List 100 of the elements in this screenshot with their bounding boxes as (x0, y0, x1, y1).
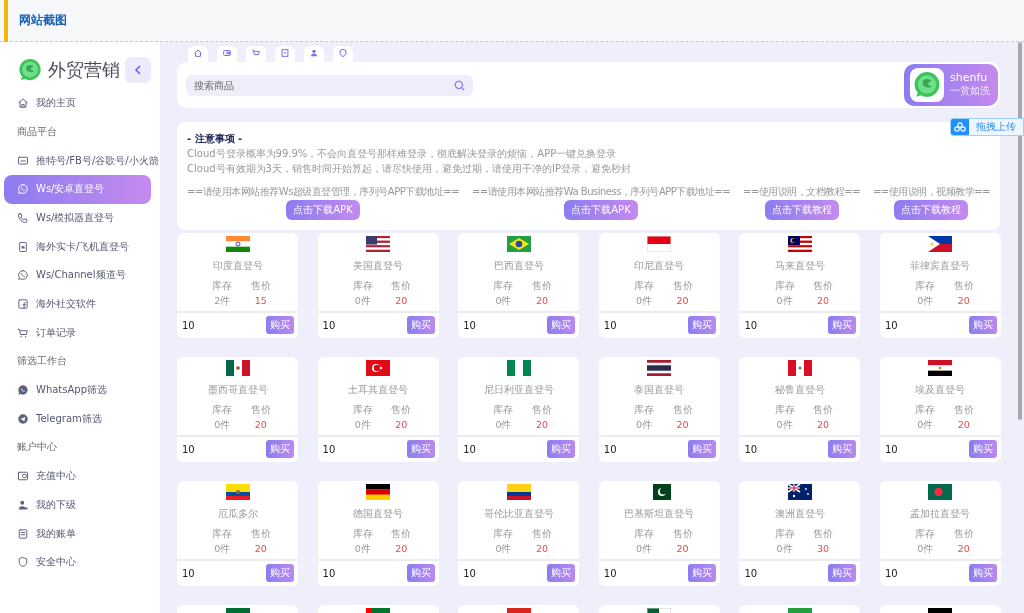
price-label: 售价 (952, 403, 975, 417)
product-name: 厄瓜多尔 (216, 507, 259, 521)
sidebar-item[interactable]: WhatsApp筛选 (0, 375, 160, 405)
section-heading: 商品平台 (16, 124, 58, 139)
price-label: 售价 (530, 527, 553, 541)
quantity-field[interactable]: 10 (603, 567, 644, 579)
page-title: 网站截图 (19, 12, 67, 29)
sidebar-item[interactable]: 海外实卡/飞机直登号 (0, 232, 160, 262)
product-name: 巴基斯坦直登号 (623, 507, 696, 521)
sidebar-item[interactable]: Ws/Channel频道号 (0, 261, 160, 290)
quantity-field[interactable]: 10 (322, 443, 363, 455)
price-value: 20 (956, 418, 971, 432)
notice-title: - 注意事项 - (187, 132, 244, 146)
quantity-field[interactable]: 10 (884, 319, 925, 331)
stock-label: 库存 (351, 279, 374, 293)
sidebar-item[interactable]: Telegram筛选 (0, 404, 160, 434)
price-value: 20 (816, 418, 831, 432)
product-name: 印尼直登号 (633, 259, 686, 273)
upload-button[interactable]: 拖拽上传 (950, 118, 1024, 136)
sidebar-item[interactable]: Ws/模拟器直登号 (0, 203, 160, 233)
quantity-field[interactable]: 10 (744, 567, 785, 579)
stock-value: 0件 (494, 542, 513, 556)
stock-value: 0件 (353, 542, 372, 556)
quantity-field[interactable]: 10 (322, 567, 363, 579)
stock-label: 库存 (351, 403, 374, 417)
price-label: 售价 (249, 403, 272, 417)
quantity-field[interactable]: 10 (884, 443, 925, 455)
sidebar-item[interactable]: 海外社交软件 (0, 289, 160, 319)
product-name: 德国直登号 (352, 507, 405, 521)
product-name: 埃及直登号 (914, 383, 967, 397)
product-name: 印度直登号 (211, 259, 264, 273)
product-name: 菲律宾直登号 (909, 259, 972, 273)
sidebar-item[interactable]: 我的主页 (0, 89, 160, 118)
sidebar-item[interactable]: 订单记录 (0, 318, 160, 348)
price-label: 售价 (671, 403, 694, 417)
product-name: 秘鲁直登号 (773, 383, 826, 397)
stock-value: 0件 (353, 418, 372, 432)
stock-value: 0件 (916, 542, 935, 556)
price-value: 20 (675, 418, 690, 432)
price-value: 20 (534, 294, 549, 308)
sidebar-item[interactable]: 充值中心 (0, 461, 160, 491)
search-field[interactable]: 搜索商品 (186, 74, 473, 96)
price-value: 20 (253, 418, 268, 432)
price-value: 20 (956, 294, 971, 308)
stock-value: 0件 (213, 542, 232, 556)
price-value: 20 (956, 542, 971, 556)
stock-value: 0件 (353, 294, 372, 308)
stock-value: 0件 (775, 418, 794, 432)
price-label: 售价 (530, 279, 553, 293)
quantity-field[interactable]: 10 (182, 443, 222, 455)
price-label: 售价 (249, 279, 272, 293)
product-name: 巴西直登号 (492, 259, 545, 273)
quantity-field[interactable]: 10 (744, 443, 785, 455)
download-caption: ==使用说明，文档教程== (743, 185, 860, 199)
stock-label: 库存 (351, 527, 374, 541)
stock-label: 库存 (914, 403, 937, 417)
quantity-field[interactable]: 10 (182, 319, 222, 331)
stock-value: 0件 (635, 294, 654, 308)
quantity-field[interactable]: 10 (603, 443, 644, 455)
stock-label: 库存 (211, 279, 234, 293)
product-name: 哥伦比亚直登号 (482, 507, 555, 521)
price-label: 售价 (671, 279, 694, 293)
price-value: 20 (394, 294, 409, 308)
stock-label: 库存 (773, 403, 796, 417)
price-label: 售价 (812, 279, 835, 293)
price-label: 售价 (390, 403, 413, 417)
price-value: 20 (534, 542, 549, 556)
quantity-field[interactable]: 10 (182, 567, 222, 579)
quantity-field[interactable]: 10 (463, 443, 504, 455)
product-name: 马来直登号 (773, 259, 826, 273)
quantity-field[interactable]: 10 (603, 319, 644, 331)
brand-name: 外贸营销 (48, 58, 121, 82)
quantity-field[interactable]: 10 (884, 567, 925, 579)
price-label: 售价 (952, 279, 975, 293)
product-name: 孟加拉直登号 (909, 507, 972, 521)
stock-value: 0件 (775, 542, 794, 556)
product-name: 美国直登号 (352, 259, 405, 273)
price-label: 售价 (812, 527, 835, 541)
section-heading: 账户中心 (16, 440, 58, 455)
price-label: 售价 (952, 527, 975, 541)
sidebar-item[interactable]: 我的账单 (0, 519, 160, 548)
stock-label: 库存 (773, 279, 796, 293)
sidebar-item[interactable]: 安全中心 (0, 548, 160, 577)
user-status: 一贫如洗 (950, 84, 990, 98)
section-heading: 筛选工作台 (16, 354, 68, 369)
product-name: 尼日利亚直登号 (482, 383, 555, 397)
stock-value: 0件 (916, 294, 935, 308)
price-label: 售价 (390, 527, 413, 541)
notice-text: Cloud号有效期为3天，销售时间开始算起，请尽快使用，避免过期，请使用干净的IP登录，避免秒封 (187, 162, 632, 176)
quantity-field[interactable]: 10 (322, 319, 363, 331)
sidebar-item[interactable]: 推特号/FB号/谷歌号/小火箭 (0, 146, 160, 176)
price-label: 售价 (390, 279, 413, 293)
quantity-field[interactable]: 10 (463, 567, 504, 579)
quantity-field[interactable]: 10 (744, 319, 785, 331)
price-value: 15 (253, 294, 268, 308)
stock-label: 库存 (633, 403, 656, 417)
product-name: 澳洲直登号 (773, 507, 826, 521)
sidebar-item[interactable]: 我的下级 (0, 490, 160, 520)
stock-label: 库存 (211, 403, 234, 417)
quantity-field[interactable]: 10 (463, 319, 504, 331)
